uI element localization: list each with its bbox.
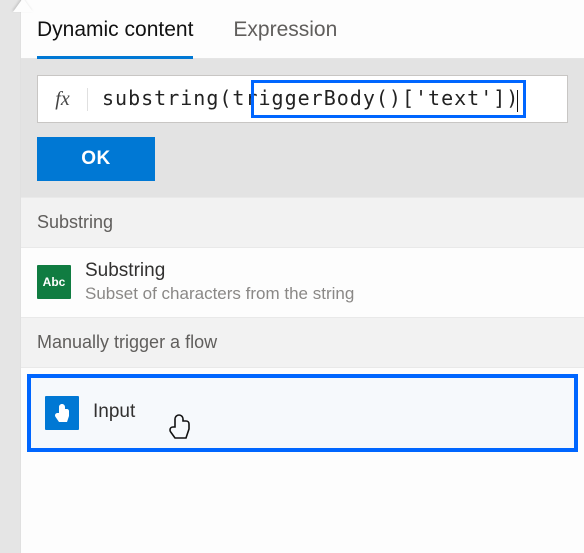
tab-strip: Dynamic content Expression	[21, 0, 584, 59]
trigger-input-item[interactable]: Input	[27, 374, 578, 452]
trigger-input-label: Input	[93, 401, 135, 424]
item-title: Substring	[85, 260, 354, 283]
text-function-icon: Abc	[37, 265, 71, 299]
touch-icon	[45, 396, 79, 430]
callout-pointer	[13, 0, 33, 12]
expression-row: fx substring(triggerBody()['text'])	[37, 75, 568, 123]
fx-icon: fx	[38, 88, 88, 111]
expression-text: substring(triggerBody()['text'])	[102, 86, 519, 110]
dynamic-content-panel: Dynamic content Expression fx substring(…	[20, 0, 584, 553]
function-item-substring[interactable]: Abc Substring Subset of characters from …	[21, 248, 584, 317]
item-desc: Subset of characters from the string	[85, 283, 354, 305]
tab-expression[interactable]: Expression	[233, 18, 337, 58]
group-header-substring: Substring	[21, 197, 584, 248]
group-header-trigger: Manually trigger a flow	[21, 317, 584, 368]
text-caret	[517, 90, 518, 112]
expression-input[interactable]: substring(triggerBody()['text'])	[88, 86, 567, 111]
ok-button[interactable]: OK	[37, 137, 155, 181]
expression-section: fx substring(triggerBody()['text']) OK	[21, 59, 584, 197]
tab-dynamic-content[interactable]: Dynamic content	[37, 18, 193, 58]
